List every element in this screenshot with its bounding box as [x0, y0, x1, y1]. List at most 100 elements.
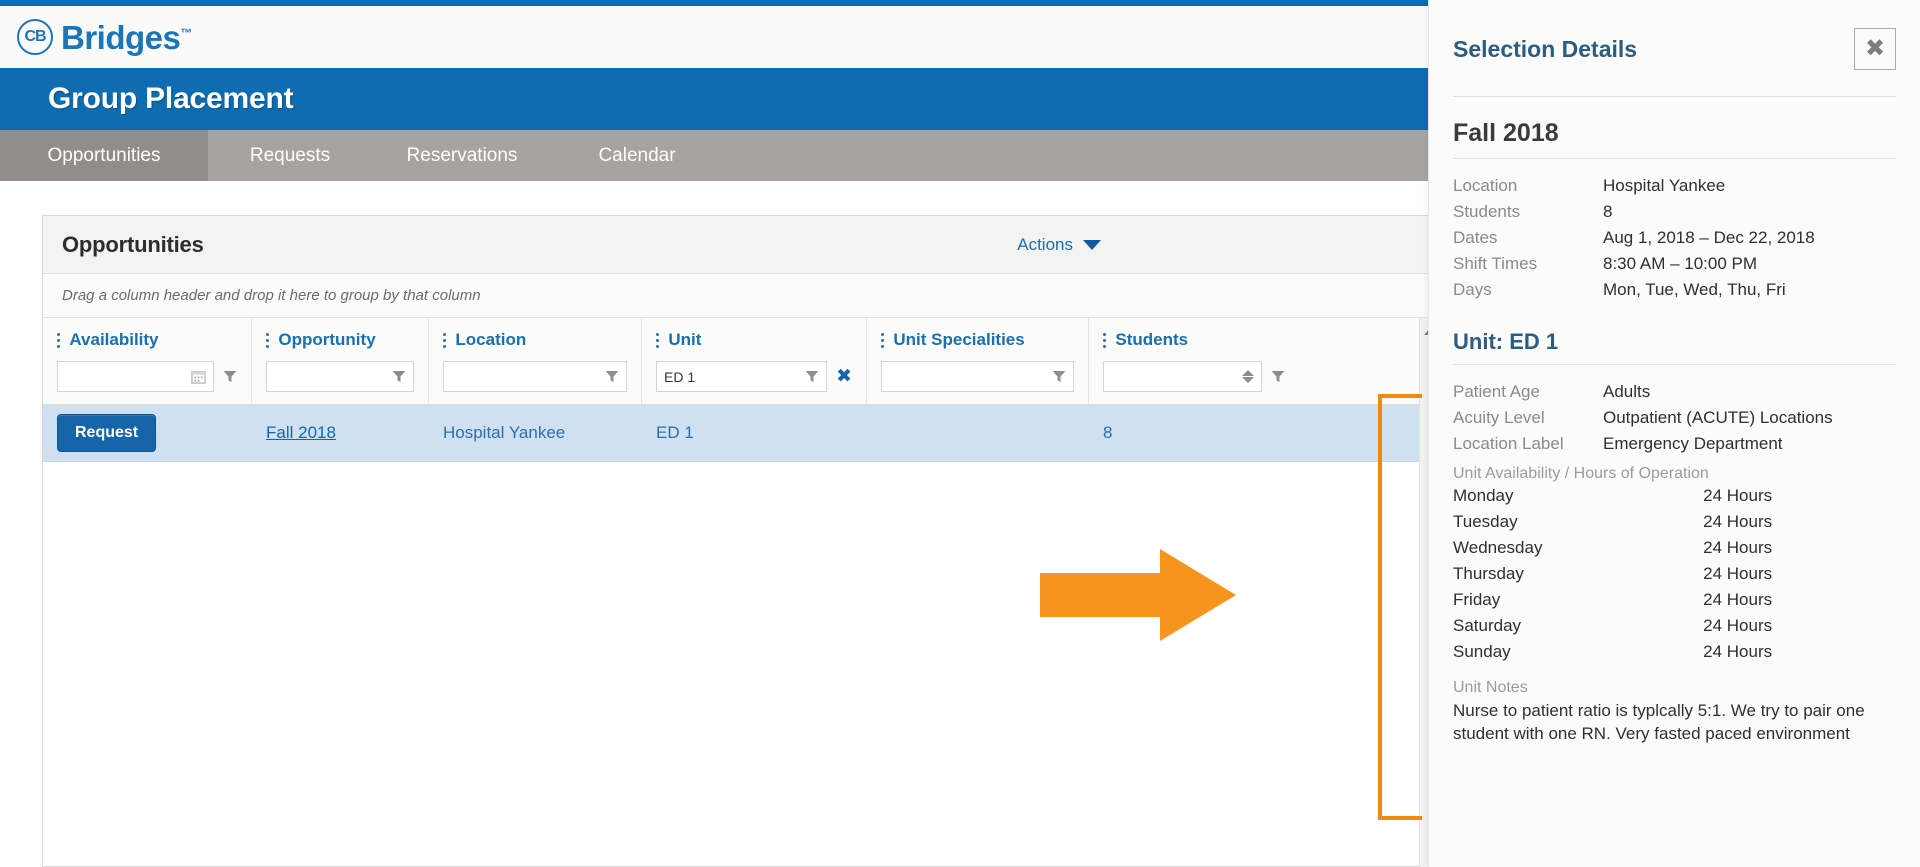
cell-unit-specialities [867, 405, 1089, 461]
tab-calendar[interactable]: Calendar [552, 130, 722, 181]
field-key: Students [1453, 202, 1521, 221]
filter-availability[interactable] [57, 361, 237, 392]
tab-calendar-label: Calendar [598, 144, 676, 166]
close-icon[interactable]: ✖ [1854, 28, 1896, 70]
column-opportunity[interactable]: Opportunity [252, 318, 429, 404]
column-location-title[interactable]: Location [443, 330, 627, 350]
unit-value: Outpatient (ACUTE) Locations [1603, 408, 1833, 427]
selection-details-panel: Selection Details ✖ Fall 2018 Location H… [1428, 0, 1920, 867]
cb-circle-icon: CB [17, 19, 53, 55]
hours-value: 24 Hours [1703, 642, 1773, 661]
group-by-hint: Drag a column header and drop it here to… [62, 287, 481, 304]
column-menu-icon[interactable] [656, 332, 660, 349]
opportunities-grid: Availability Opportunity Location Unit E… [43, 318, 1441, 867]
unit-field-table: Patient Age Adults Acuity Level Outpatie… [1453, 379, 1896, 457]
filter-funnel-icon[interactable] [1052, 370, 1066, 383]
actions-dropdown[interactable]: Actions [1017, 235, 1101, 255]
request-button[interactable]: Request [57, 414, 157, 452]
hours-row-monday: Monday 24 Hours [1453, 483, 1896, 509]
filter-funnel-icon[interactable] [223, 370, 237, 383]
hours-value: 24 Hours [1703, 512, 1773, 531]
unit-key: Patient Age [1453, 382, 1540, 401]
tab-reservations[interactable]: Reservations [372, 130, 552, 181]
brand-name: Bridges™ [61, 21, 192, 54]
filter-funnel-icon[interactable] [392, 370, 406, 383]
tab-opportunities[interactable]: Opportunities [0, 130, 208, 194]
tab-bar: Opportunities Requests Reservations Cale… [0, 130, 1441, 194]
hours-day: Saturday [1453, 616, 1522, 635]
grid-header-row: Availability Opportunity Location Unit E… [43, 318, 1441, 405]
filter-funnel-icon[interactable] [805, 370, 819, 383]
field-value: 8:30 AM – 10:00 PM [1603, 254, 1758, 273]
unit-row-acuity-level: Acuity Level Outpatient (ACUTE) Location… [1453, 405, 1896, 431]
application-window: CB Bridges™ Group Placement Opportunitie… [0, 0, 1441, 867]
filter-students[interactable] [1103, 361, 1285, 392]
column-unit-specialities[interactable]: Unit Specialities [867, 318, 1089, 404]
brand-logo[interactable]: CB Bridges™ [17, 19, 192, 55]
unit-value: Emergency Department [1603, 434, 1783, 453]
opportunities-panel: Opportunities Actions Drag a column head… [42, 215, 1441, 867]
unit-notes-label: Unit Notes [1453, 679, 1528, 696]
column-location-label: Location [455, 330, 527, 349]
column-availability-title[interactable]: Availability [57, 330, 237, 350]
column-location[interactable]: Location [429, 318, 642, 404]
tab-requests[interactable]: Requests [208, 130, 372, 181]
table-row[interactable]: Request Fall 2018 Hospital Yankee ED 1 8 [43, 405, 1441, 462]
brand-bar: CB Bridges™ [0, 6, 1441, 68]
cell-unit: ED 1 [642, 405, 867, 461]
filter-funnel-icon[interactable] [605, 370, 619, 383]
filter-availability-input[interactable] [57, 361, 214, 392]
hours-table: Monday 24 Hours Tuesday 24 Hours Wednesd… [1453, 483, 1896, 665]
opportunity-link[interactable]: Fall 2018 [266, 423, 336, 443]
column-menu-icon[interactable] [881, 332, 885, 349]
hours-day: Sunday [1453, 642, 1511, 661]
filter-location-input[interactable] [443, 361, 627, 392]
column-unit-specialities-title[interactable]: Unit Specialities [881, 330, 1074, 350]
unit-value: Adults [1603, 382, 1651, 401]
hours-row-saturday: Saturday 24 Hours [1453, 613, 1896, 639]
filter-unit-specialities[interactable] [881, 361, 1074, 392]
hours-section-label: Unit Availability / Hours of Operation [1453, 465, 1709, 482]
column-unit-specialities-label: Unit Specialities [893, 330, 1025, 349]
tab-opportunities-label: Opportunities [47, 144, 161, 166]
filter-unit-input[interactable]: ED 1 [656, 361, 828, 392]
cell-availability: Request [43, 405, 252, 461]
column-menu-icon[interactable] [443, 332, 447, 349]
group-by-dropzone[interactable]: Drag a column header and drop it here to… [43, 274, 1441, 318]
calendar-icon[interactable] [191, 369, 206, 384]
clear-unit-filter-icon[interactable]: ✖ [836, 367, 852, 386]
grid-body: Request Fall 2018 Hospital Yankee ED 1 8 [43, 405, 1441, 462]
filter-unit-specialities-input[interactable] [881, 361, 1074, 392]
column-opportunity-title[interactable]: Opportunity [266, 330, 414, 350]
column-availability[interactable]: Availability [43, 318, 252, 404]
hours-day: Wednesday [1453, 538, 1543, 557]
filter-opportunity-input[interactable] [266, 361, 414, 392]
column-availability-label: Availability [69, 330, 159, 349]
column-unit[interactable]: Unit ED 1 ✖ [642, 318, 867, 404]
column-unit-title[interactable]: Unit [656, 330, 852, 350]
unit-section-title: Unit: ED 1 [1453, 329, 1559, 354]
hours-row-tuesday: Tuesday 24 Hours [1453, 509, 1896, 535]
hours-day: Thursday [1453, 564, 1524, 583]
actions-label: Actions [1017, 234, 1073, 254]
filter-opportunity[interactable] [266, 361, 414, 392]
column-students-label: Students [1115, 330, 1189, 349]
students-stepper-icon[interactable] [1242, 370, 1254, 383]
trademark-icon: ™ [180, 25, 192, 40]
hours-row-sunday: Sunday 24 Hours [1453, 639, 1896, 665]
field-value: Mon, Tue, Wed, Thu, Fri [1603, 280, 1786, 299]
field-key: Dates [1453, 228, 1498, 247]
column-students-title[interactable]: Students [1103, 330, 1285, 350]
filter-funnel-icon[interactable] [1271, 370, 1285, 383]
column-students[interactable]: Students [1089, 318, 1299, 404]
unit-key: Acuity Level [1453, 408, 1545, 427]
column-menu-icon[interactable] [57, 332, 61, 349]
filter-unit[interactable]: ED 1 ✖ [656, 361, 852, 392]
tab-reservations-label: Reservations [406, 144, 518, 166]
column-menu-icon[interactable] [266, 332, 270, 349]
filter-location[interactable] [443, 361, 627, 392]
brand-name-text: Bridges [61, 18, 181, 56]
column-menu-icon[interactable] [1103, 332, 1107, 349]
filter-students-input[interactable] [1103, 361, 1262, 392]
cell-students: 8 [1089, 405, 1299, 461]
